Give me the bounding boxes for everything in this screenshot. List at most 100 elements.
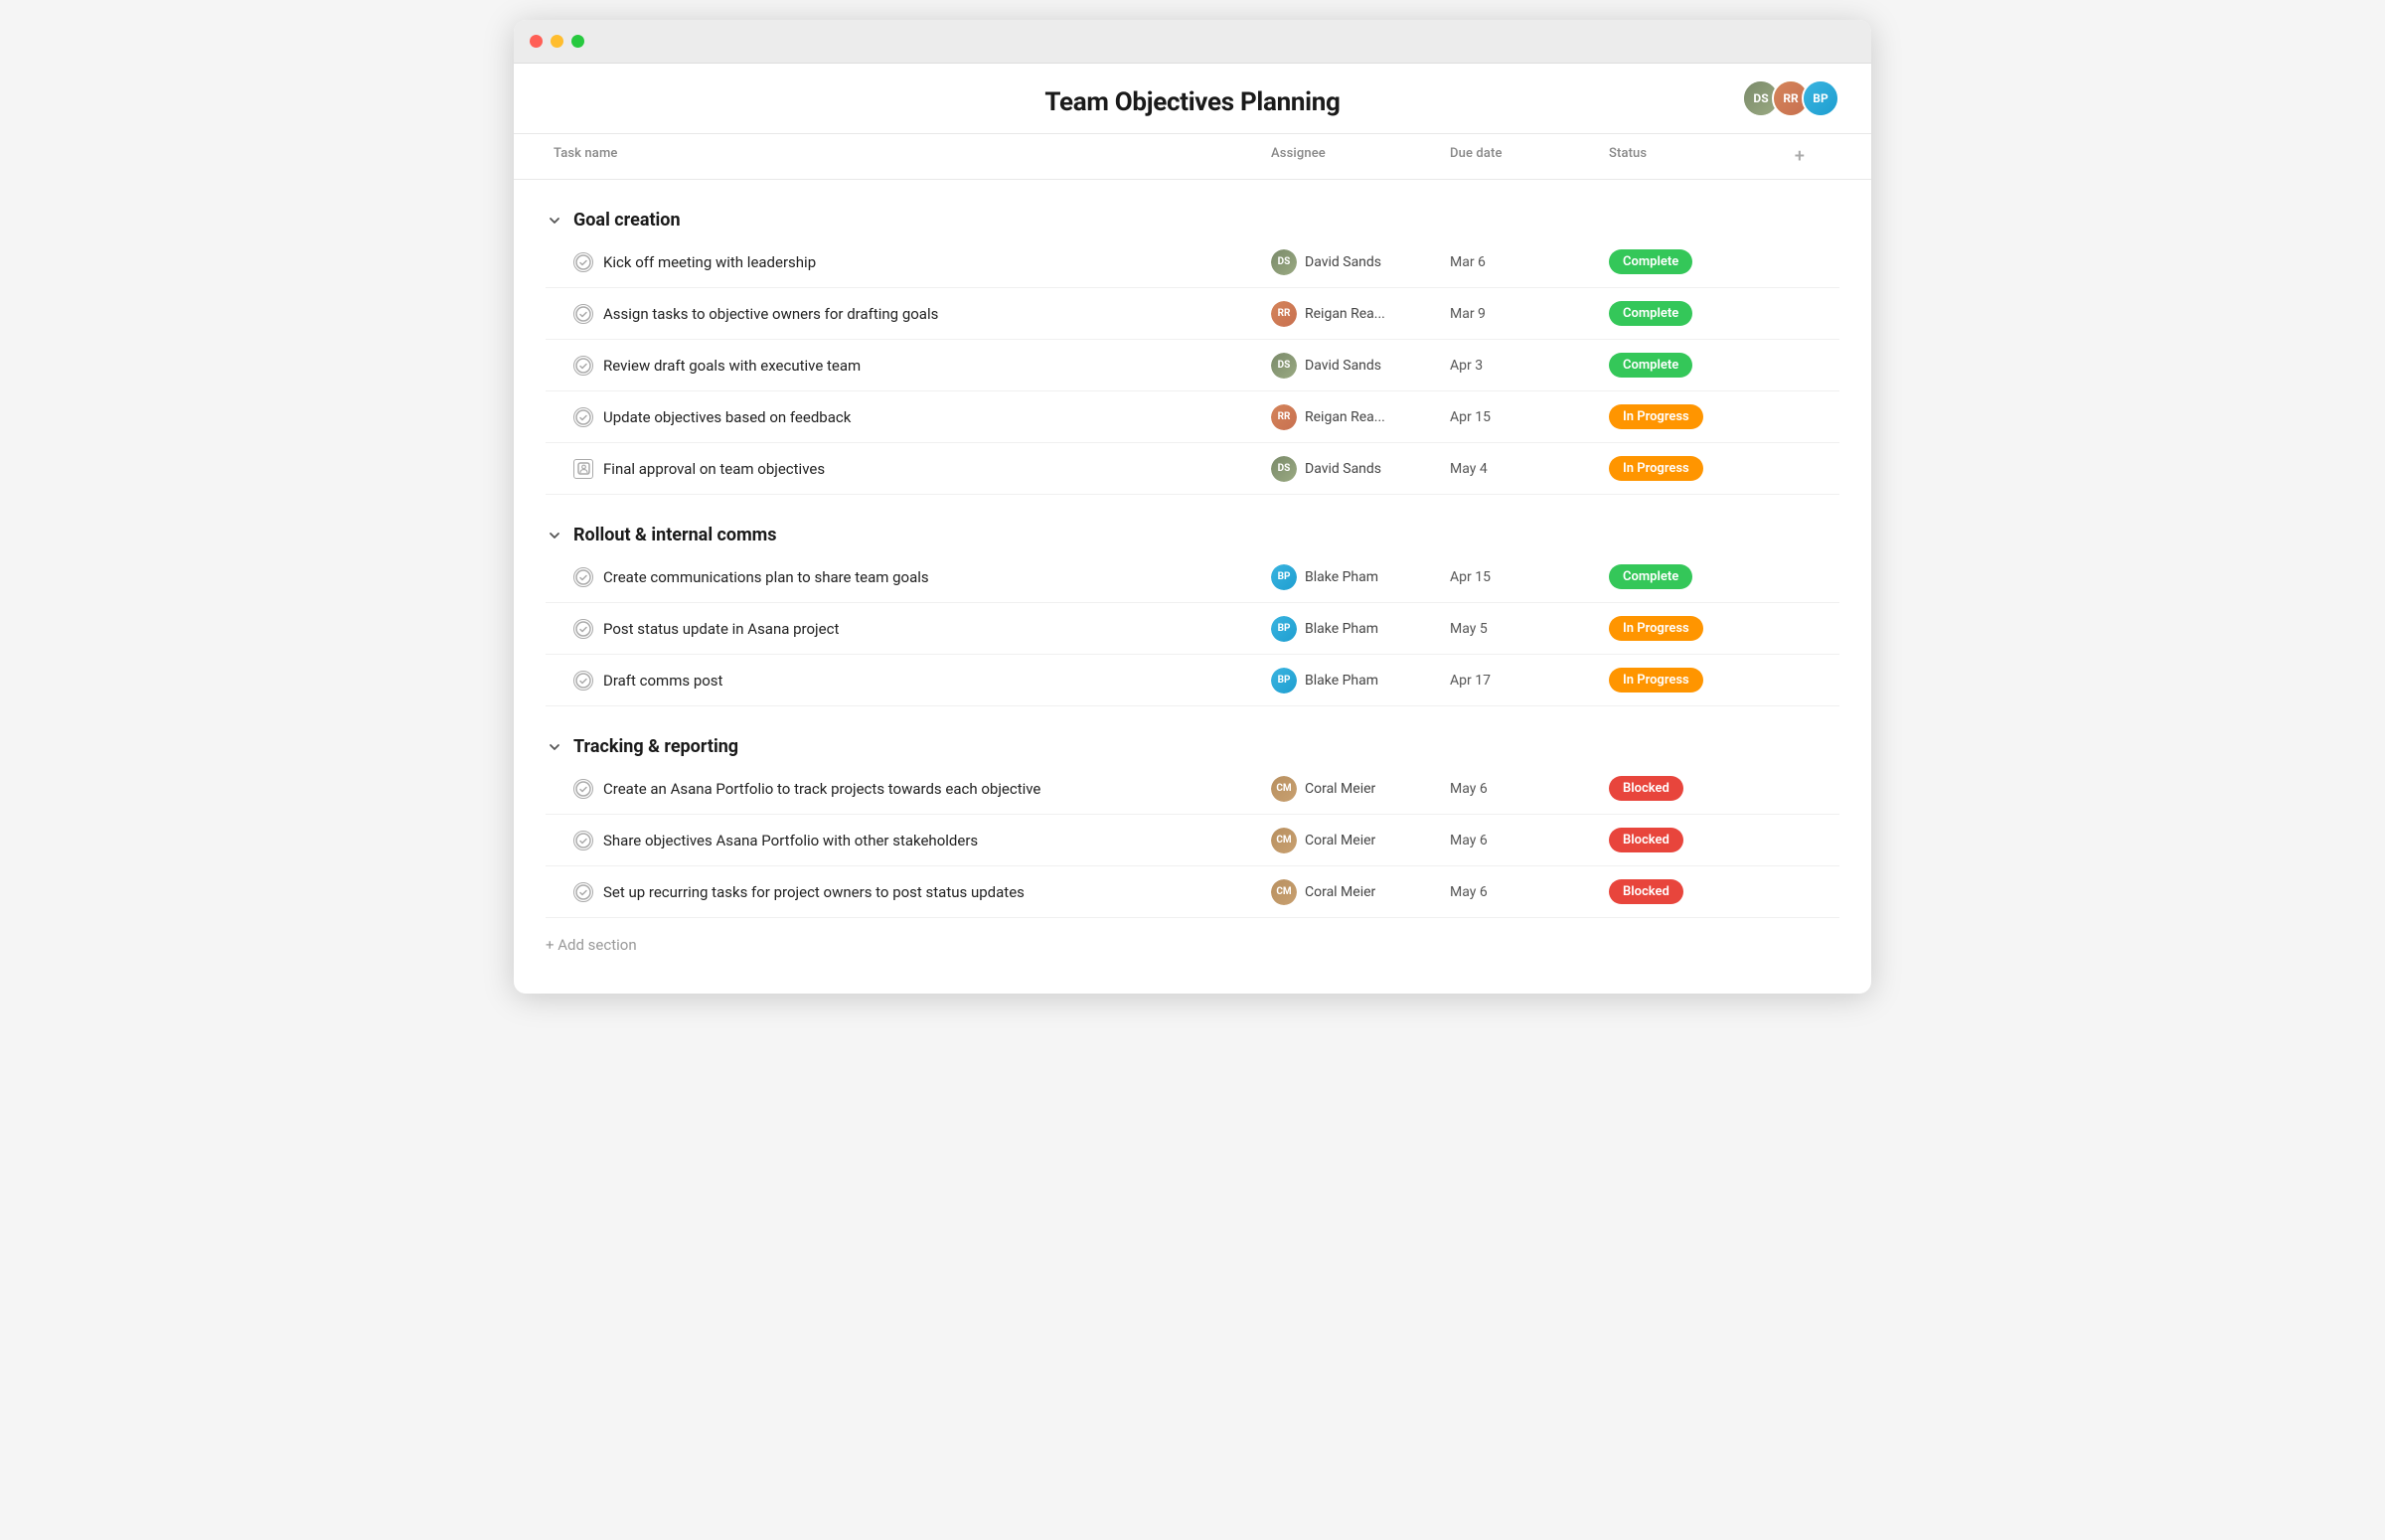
- task-row-task-1[interactable]: Kick off meeting with leadership DSDavid …: [546, 236, 1839, 288]
- add-section-button[interactable]: + Add section: [546, 918, 1839, 962]
- status-badge-task-4[interactable]: In Progress: [1609, 404, 1703, 429]
- status-badge-task-7[interactable]: In Progress: [1609, 616, 1703, 641]
- task-status-cell-task-9: Blocked: [1601, 768, 1760, 809]
- assignee-avatar-task-4: RR: [1271, 404, 1297, 430]
- task-name-cell-task-3: Review draft goals with executive team: [546, 348, 1263, 384]
- task-check-icon-task-6: [573, 567, 593, 587]
- task-name-cell-task-11: Set up recurring tasks for project owner…: [546, 874, 1263, 910]
- task-assignee-cell-task-1: DSDavid Sands: [1263, 241, 1442, 283]
- avatar-group: DS RR BP: [1742, 79, 1839, 117]
- task-name-cell-task-7: Post status update in Asana project: [546, 611, 1263, 647]
- task-name-text-task-2: Assign tasks to objective owners for dra…: [603, 305, 938, 323]
- collaborator-avatars: DS RR BP: [1742, 79, 1839, 117]
- status-badge-task-1[interactable]: Complete: [1609, 249, 1692, 274]
- assignee-name-task-5: David Sands: [1305, 461, 1381, 477]
- assignee-name-task-6: Blake Pham: [1305, 569, 1378, 585]
- task-status-cell-task-10: Blocked: [1601, 820, 1760, 860]
- task-status-cell-task-6: Complete: [1601, 556, 1760, 597]
- status-badge-task-10[interactable]: Blocked: [1609, 828, 1683, 852]
- task-assignee-cell-task-9: CMCoral Meier: [1263, 768, 1442, 810]
- assignee-avatar-task-1: DS: [1271, 249, 1297, 275]
- task-check-icon-task-8: [573, 671, 593, 691]
- app-window: Team Objectives Planning DS RR BP Task n…: [514, 20, 1871, 994]
- task-row-task-2[interactable]: Assign tasks to objective owners for dra…: [546, 288, 1839, 340]
- col-due-date: Due date: [1442, 134, 1601, 179]
- section-header-goal-creation: Goal creation: [546, 196, 1839, 236]
- task-assignee-cell-task-7: BP Blake Pham: [1263, 608, 1442, 650]
- status-badge-task-5[interactable]: In Progress: [1609, 456, 1703, 481]
- page-header: Team Objectives Planning DS RR BP: [514, 64, 1871, 134]
- section-tracking-reporting: Tracking & reportingCreate an Asana Port…: [546, 722, 1839, 918]
- task-check-icon-task-11: [573, 882, 593, 902]
- section-chevron-tracking-reporting[interactable]: [546, 738, 563, 756]
- task-row-task-6[interactable]: Create communications plan to share team…: [546, 551, 1839, 603]
- task-assignee-cell-task-4: RR Reigan Rea...: [1263, 396, 1442, 438]
- assignee-name-task-7: Blake Pham: [1305, 621, 1378, 637]
- main-content: Goal creationKick off meeting with leade…: [514, 196, 1871, 994]
- task-status-cell-task-7: In Progress: [1601, 608, 1760, 649]
- task-status-cell-task-5: In Progress: [1601, 448, 1760, 489]
- section-title-rollout-comms: Rollout & internal comms: [573, 525, 777, 545]
- col-task-name: Task name: [546, 134, 1263, 179]
- task-row-task-3[interactable]: Review draft goals with executive team DS…: [546, 340, 1839, 391]
- assignee-avatar-task-11: CM: [1271, 879, 1297, 905]
- task-due-date-task-9: May 6: [1442, 773, 1601, 805]
- status-badge-task-6[interactable]: Complete: [1609, 564, 1692, 589]
- status-badge-task-9[interactable]: Blocked: [1609, 776, 1683, 801]
- col-assignee: Assignee: [1263, 134, 1442, 179]
- section-chevron-rollout-comms[interactable]: [546, 527, 563, 544]
- task-name-text-task-5: Final approval on team objectives: [603, 460, 825, 478]
- assignee-name-task-4: Reigan Rea...: [1305, 409, 1385, 425]
- section-chevron-goal-creation[interactable]: [546, 212, 563, 230]
- task-name-cell-task-1: Kick off meeting with leadership: [546, 244, 1263, 280]
- task-due-date-task-3: Apr 3: [1442, 350, 1601, 382]
- assignee-avatar-task-7: BP: [1271, 616, 1297, 642]
- task-name-cell-task-5: Final approval on team objectives: [546, 451, 1263, 487]
- task-due-date-task-1: Mar 6: [1442, 246, 1601, 278]
- task-check-icon-task-9: [573, 779, 593, 799]
- task-row-task-10[interactable]: Share objectives Asana Portfolio with ot…: [546, 815, 1839, 866]
- task-due-date-task-7: May 5: [1442, 613, 1601, 645]
- task-row-task-11[interactable]: Set up recurring tasks for project owner…: [546, 866, 1839, 918]
- assignee-avatar-task-6: BP: [1271, 564, 1297, 590]
- task-check-icon-task-2: [573, 304, 593, 324]
- add-column-button[interactable]: +: [1760, 134, 1839, 179]
- task-check-icon-task-1: [573, 252, 593, 272]
- maximize-button[interactable]: [571, 35, 584, 48]
- task-row-task-8[interactable]: Draft comms postBPBlake PhamApr 17In Pro…: [546, 655, 1839, 706]
- task-name-text-task-7: Post status update in Asana project: [603, 620, 839, 638]
- col-status: Status: [1601, 134, 1760, 179]
- close-button[interactable]: [530, 35, 543, 48]
- section-goal-creation: Goal creationKick off meeting with leade…: [546, 196, 1839, 495]
- task-check-icon-task-3: [573, 356, 593, 376]
- task-due-date-task-8: Apr 17: [1442, 665, 1601, 696]
- task-row-task-5[interactable]: Final approval on team objectives DS David…: [546, 443, 1839, 495]
- task-row-task-7[interactable]: Post status update in Asana project BP Bla…: [546, 603, 1839, 655]
- task-assignee-cell-task-8: BPBlake Pham: [1263, 660, 1442, 701]
- status-badge-task-11[interactable]: Blocked: [1609, 879, 1683, 904]
- status-badge-task-2[interactable]: Complete: [1609, 301, 1692, 326]
- assignee-name-task-9: Coral Meier: [1305, 781, 1375, 797]
- column-headers: Task name Assignee Due date Status +: [514, 134, 1871, 180]
- task-assignee-cell-task-11: CMCoral Meier: [1263, 871, 1442, 913]
- titlebar: [514, 20, 1871, 64]
- status-badge-task-3[interactable]: Complete: [1609, 353, 1692, 378]
- task-due-date-task-5: May 4: [1442, 453, 1601, 485]
- task-row-task-9[interactable]: Create an Asana Portfolio to track proje…: [546, 763, 1839, 815]
- window-controls: [530, 35, 584, 48]
- minimize-button[interactable]: [551, 35, 563, 48]
- assignee-avatar-task-3: DS: [1271, 353, 1297, 379]
- task-name-text-task-1: Kick off meeting with leadership: [603, 253, 816, 271]
- status-badge-task-8[interactable]: In Progress: [1609, 668, 1703, 693]
- task-due-date-task-11: May 6: [1442, 876, 1601, 908]
- task-name-text-task-3: Review draft goals with executive team: [603, 357, 861, 375]
- task-name-cell-task-10: Share objectives Asana Portfolio with ot…: [546, 823, 1263, 858]
- task-status-cell-task-4: In Progress: [1601, 396, 1760, 437]
- section-header-rollout-comms: Rollout & internal comms: [546, 511, 1839, 551]
- task-name-cell-task-4: Update objectives based on feedback: [546, 399, 1263, 435]
- avatar-blake[interactable]: BP: [1802, 79, 1839, 117]
- task-name-cell-task-2: Assign tasks to objective owners for dra…: [546, 296, 1263, 332]
- assignee-avatar-task-5: DS: [1271, 456, 1297, 482]
- task-row-task-4[interactable]: Update objectives based on feedback RR Rei…: [546, 391, 1839, 443]
- page-title: Team Objectives Planning: [1044, 87, 1340, 117]
